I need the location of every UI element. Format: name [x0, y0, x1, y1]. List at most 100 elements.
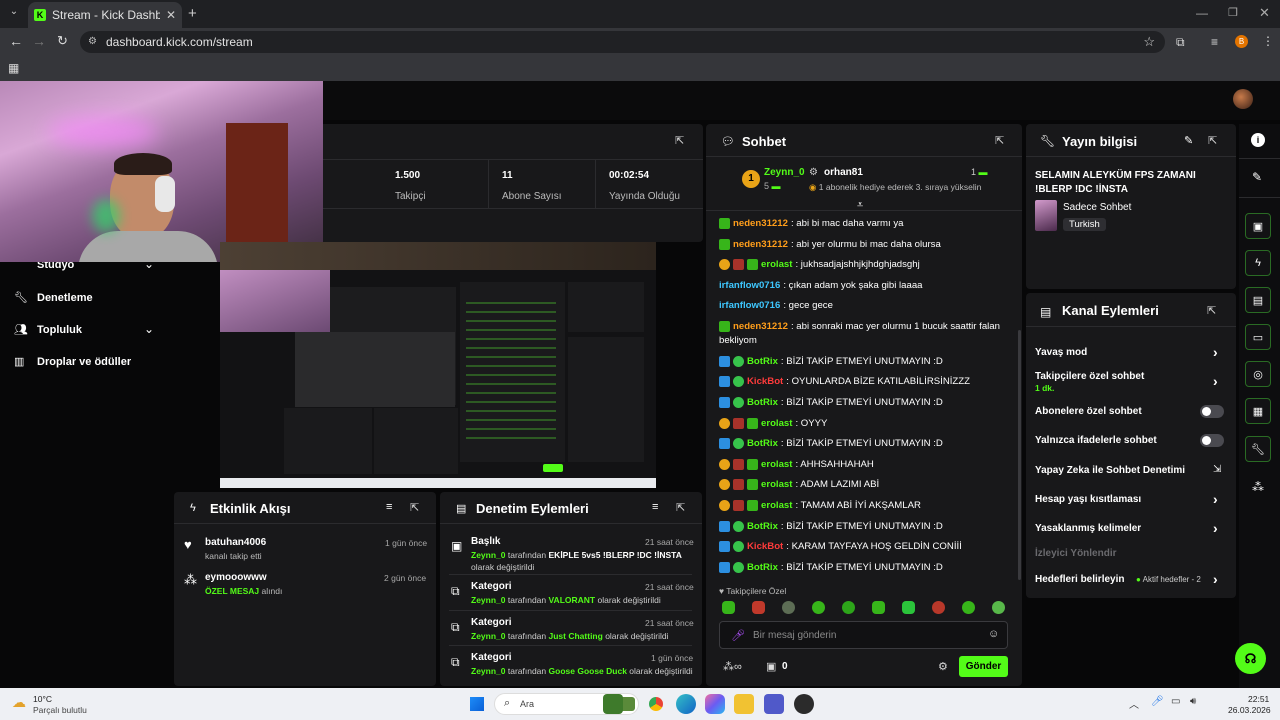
profile-avatar[interactable]: B [1235, 35, 1248, 48]
chat-username[interactable]: erolast [761, 479, 792, 490]
stream-preview[interactable] [220, 242, 656, 488]
event-user[interactable]: batuhan4006 [205, 537, 266, 548]
community-icon[interactable]: ⁂ [1252, 480, 1264, 494]
second-user[interactable]: orhan81 [824, 167, 863, 178]
close-tab-icon[interactable]: ✕ [166, 8, 176, 22]
broadcast-icon[interactable]: ◎ [1245, 361, 1271, 387]
chat-bubble-icon[interactable]: ▭ [1245, 324, 1271, 350]
event-user[interactable]: eymooowww [205, 572, 267, 583]
sidebar-item-community[interactable]: 👥︎ Topluluk ⌄ [14, 322, 164, 340]
ai-moderation-option[interactable]: Yapay Zeka ile Sohbet Denetimi [1035, 465, 1185, 476]
file-explorer-taskbar-icon[interactable] [603, 694, 623, 714]
chat-username[interactable]: erolast [761, 459, 792, 470]
chat-username[interactable]: irfanflow0716 [719, 280, 780, 291]
mod-action-user[interactable]: Zeynn_0 [471, 595, 506, 605]
minimize-icon[interactable]: — [1196, 6, 1208, 20]
edit-layout-icon[interactable]: ✎ [1252, 170, 1262, 184]
emote-3-icon[interactable] [782, 601, 795, 614]
leader-user[interactable]: Zeynn_0 [764, 167, 805, 178]
chevron-up-icon[interactable]: ︿ [1129, 696, 1139, 711]
chat-username[interactable]: neden31212 [733, 218, 788, 229]
chevron-right-icon[interactable]: › [1213, 520, 1218, 536]
bookmark-star-icon[interactable]: ☆ [1143, 31, 1155, 53]
obs-taskbar-icon[interactable] [794, 694, 814, 714]
emoji-icon[interactable]: ☺ [988, 628, 999, 640]
emote-6-icon[interactable] [872, 601, 885, 614]
mod-action-user[interactable]: Zeynn_0 [471, 666, 506, 676]
category-name[interactable]: Sadece Sohbet [1063, 202, 1131, 213]
chat-settings-icon[interactable]: ⚙ [938, 660, 948, 673]
lightning-icon[interactable]: ϟ [1245, 250, 1271, 276]
user-avatar[interactable] [1233, 89, 1253, 109]
maximize-icon[interactable]: ❐ [1228, 6, 1238, 19]
followers-only-option[interactable]: Takipçilere özel sohbet [1035, 371, 1144, 382]
chat-username[interactable]: neden31212 [733, 239, 788, 250]
gift-box-icon[interactable]: ▣ [766, 660, 776, 673]
chevron-right-icon[interactable]: › [1213, 373, 1218, 389]
emote-5-icon[interactable] [842, 601, 855, 614]
channel-actions-icon[interactable]: ▦ [1245, 398, 1271, 424]
slow-mode-option[interactable]: Yavaş mod [1035, 347, 1087, 358]
apps-grid-icon[interactable]: ▦ [8, 61, 19, 75]
chat-scrollbar[interactable] [1018, 330, 1021, 580]
chevron-right-icon[interactable]: › [1213, 571, 1218, 587]
tab-list-icon[interactable]: ⌄ [6, 6, 22, 22]
chat-input[interactable]: 🎤︎ Bir mesaj gönderin ☺ [719, 621, 1008, 649]
browser-tab[interactable]: K Stream - Kick Dashboard ✕ [28, 2, 182, 28]
notes-icon[interactable]: ▤ [1245, 287, 1271, 313]
infinity-points-icon[interactable]: ⁂∞ [723, 660, 742, 673]
send-button[interactable]: Gönder [959, 656, 1008, 677]
microphone-tray-icon[interactable]: 🎤︎ [1151, 696, 1164, 707]
reload-icon[interactable]: ↻ [57, 33, 68, 49]
chat-username[interactable]: BotRix [747, 521, 778, 532]
chat-username[interactable]: BotRix [747, 356, 778, 367]
chat-username[interactable]: erolast [761, 259, 792, 270]
close-window-icon[interactable]: ✕ [1259, 5, 1270, 21]
chat-username[interactable]: irfanflow0716 [719, 300, 780, 311]
clock-date[interactable]: 26.03.2026 [1228, 705, 1271, 715]
external-link-icon[interactable]: ⇲ [1213, 464, 1221, 475]
chevron-right-icon[interactable]: › [1213, 491, 1218, 507]
reading-list-icon[interactable]: ≡ [1211, 35, 1218, 49]
help-button[interactable]: ☊ [1235, 643, 1266, 674]
chat-username[interactable]: KickBot [747, 541, 783, 552]
chat-username[interactable]: erolast [761, 418, 792, 429]
edge-taskbar-icon[interactable] [676, 694, 696, 714]
chat-username[interactable]: KickBot [747, 376, 783, 387]
emotes-only-toggle[interactable] [1200, 434, 1224, 447]
network-icon[interactable]: ▭ [1171, 696, 1180, 707]
chrome-taskbar-icon[interactable] [646, 694, 666, 714]
chat-username[interactable]: BotRix [747, 397, 778, 408]
popout-icon[interactable]: ⇱ [675, 134, 684, 147]
emote-1-icon[interactable] [722, 601, 735, 614]
copilot-taskbar-icon[interactable] [705, 694, 725, 714]
address-bar[interactable]: ⚙ dashboard.kick.com/stream ☆ [80, 31, 1165, 53]
chat-username[interactable]: BotRix [747, 562, 778, 573]
site-info-icon[interactable]: ⚙ [88, 31, 97, 53]
popout-icon[interactable]: ⇱ [410, 501, 419, 514]
sidebar-item-drops[interactable]: ▥ Droplar ve ödüller [14, 354, 164, 372]
teams-taskbar-icon[interactable] [764, 694, 784, 714]
emote-10-icon[interactable] [992, 601, 1005, 614]
chevron-right-icon[interactable]: › [1213, 344, 1218, 360]
filter-icon[interactable]: ≡ [652, 501, 658, 513]
popout-icon[interactable]: ⇱ [1207, 304, 1216, 317]
popout-icon[interactable]: ⇱ [1208, 134, 1217, 147]
extensions-icon[interactable]: ⧉ [1176, 35, 1185, 50]
emote-7-icon[interactable] [902, 601, 915, 614]
new-tab-button[interactable]: + [188, 5, 197, 22]
chat-username[interactable]: BotRix [747, 438, 778, 449]
forward-icon[interactable]: → [32, 33, 46, 49]
start-button[interactable] [470, 697, 484, 711]
popout-icon[interactable]: ⇱ [676, 501, 685, 514]
filter-icon[interactable]: ≡ [386, 501, 392, 513]
back-icon[interactable]: ← [9, 33, 23, 49]
volume-icon[interactable]: 🔊︎ [1190, 696, 1196, 707]
mod-action-user[interactable]: Zeynn_0 [471, 550, 506, 560]
emote-4-icon[interactable] [812, 601, 825, 614]
folder-taskbar-icon[interactable] [734, 694, 754, 714]
subscribers-only-toggle[interactable] [1200, 405, 1224, 418]
clock-time[interactable]: 22:51 [1248, 694, 1269, 704]
chat-username[interactable]: erolast [761, 500, 792, 511]
mod-action-user[interactable]: Zeynn_0 [471, 631, 506, 641]
